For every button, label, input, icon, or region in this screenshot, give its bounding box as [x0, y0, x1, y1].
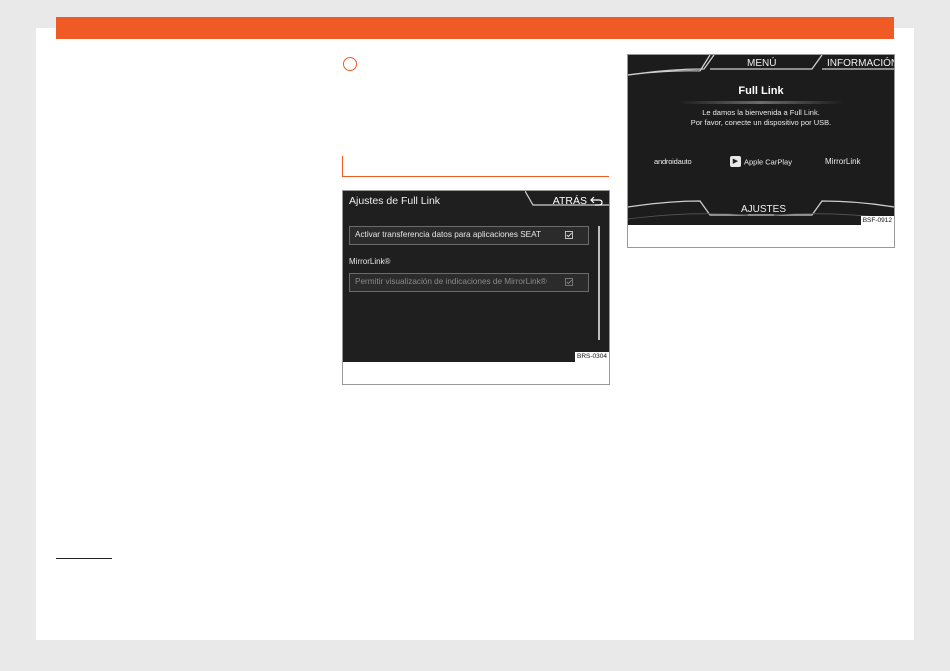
menu-button[interactable]: MENÚ [747, 58, 776, 69]
settings-button[interactable]: AJUSTES [741, 204, 786, 215]
carplay-icon: ▶ [730, 156, 741, 167]
scrollbar[interactable] [598, 226, 600, 340]
header-accent-bar [56, 17, 894, 39]
figure-code: BSF-0912 [860, 216, 894, 226]
checkbox-checked-icon[interactable] [565, 278, 573, 286]
note-circle-icon [343, 57, 357, 71]
back-button[interactable]: ATRÁS [553, 195, 587, 207]
figure-code: BRS-0304 [575, 352, 609, 362]
section-divider [342, 156, 609, 177]
figure-full-link-welcome: MENÚ INFORMACIÓN Full Link Le damos la b… [627, 54, 895, 248]
screen-frame-arcs [628, 55, 894, 220]
apple-carplay-label: Apple CarPlay [744, 157, 792, 167]
android-auto-logo[interactable]: androidauto [654, 157, 692, 166]
return-arrow-icon[interactable] [590, 196, 603, 206]
apple-carplay-option[interactable]: ▶ Apple CarPlay [730, 156, 792, 168]
full-link-screen: MENÚ INFORMACIÓN Full Link Le damos la b… [628, 55, 894, 225]
welcome-message-line-1: Le damos la bienvenida a Full Link. [702, 108, 820, 117]
settings-screen-title: Ajustes de Full Link [349, 195, 441, 207]
title-underline-glow [678, 101, 844, 104]
settings-screen: Ajustes de Full Link ATRÁS Activar trans… [343, 191, 609, 362]
full-link-title: Full Link [738, 85, 784, 97]
option-mirrorlink-indications-label: Permitir visualización de indicaciones d… [355, 277, 547, 286]
mirrorlink-section-label: MirrorLink® [349, 257, 391, 266]
footnote-rule [56, 558, 112, 559]
information-button[interactable]: INFORMACIÓN [827, 58, 894, 69]
option-data-transfer-label: Activar transferencia datos para aplicac… [355, 230, 541, 239]
welcome-message-line-2: Por favor, conecte un dispositivo por US… [690, 118, 832, 127]
figure-full-link-settings: Ajustes de Full Link ATRÁS Activar trans… [342, 190, 610, 385]
checkbox-checked-icon[interactable] [565, 231, 573, 239]
option-data-transfer[interactable]: Activar transferencia datos para aplicac… [349, 226, 589, 245]
mirrorlink-logo[interactable]: MirrorLink [825, 157, 861, 166]
option-mirrorlink-indications[interactable]: Permitir visualización de indicaciones d… [349, 273, 589, 292]
